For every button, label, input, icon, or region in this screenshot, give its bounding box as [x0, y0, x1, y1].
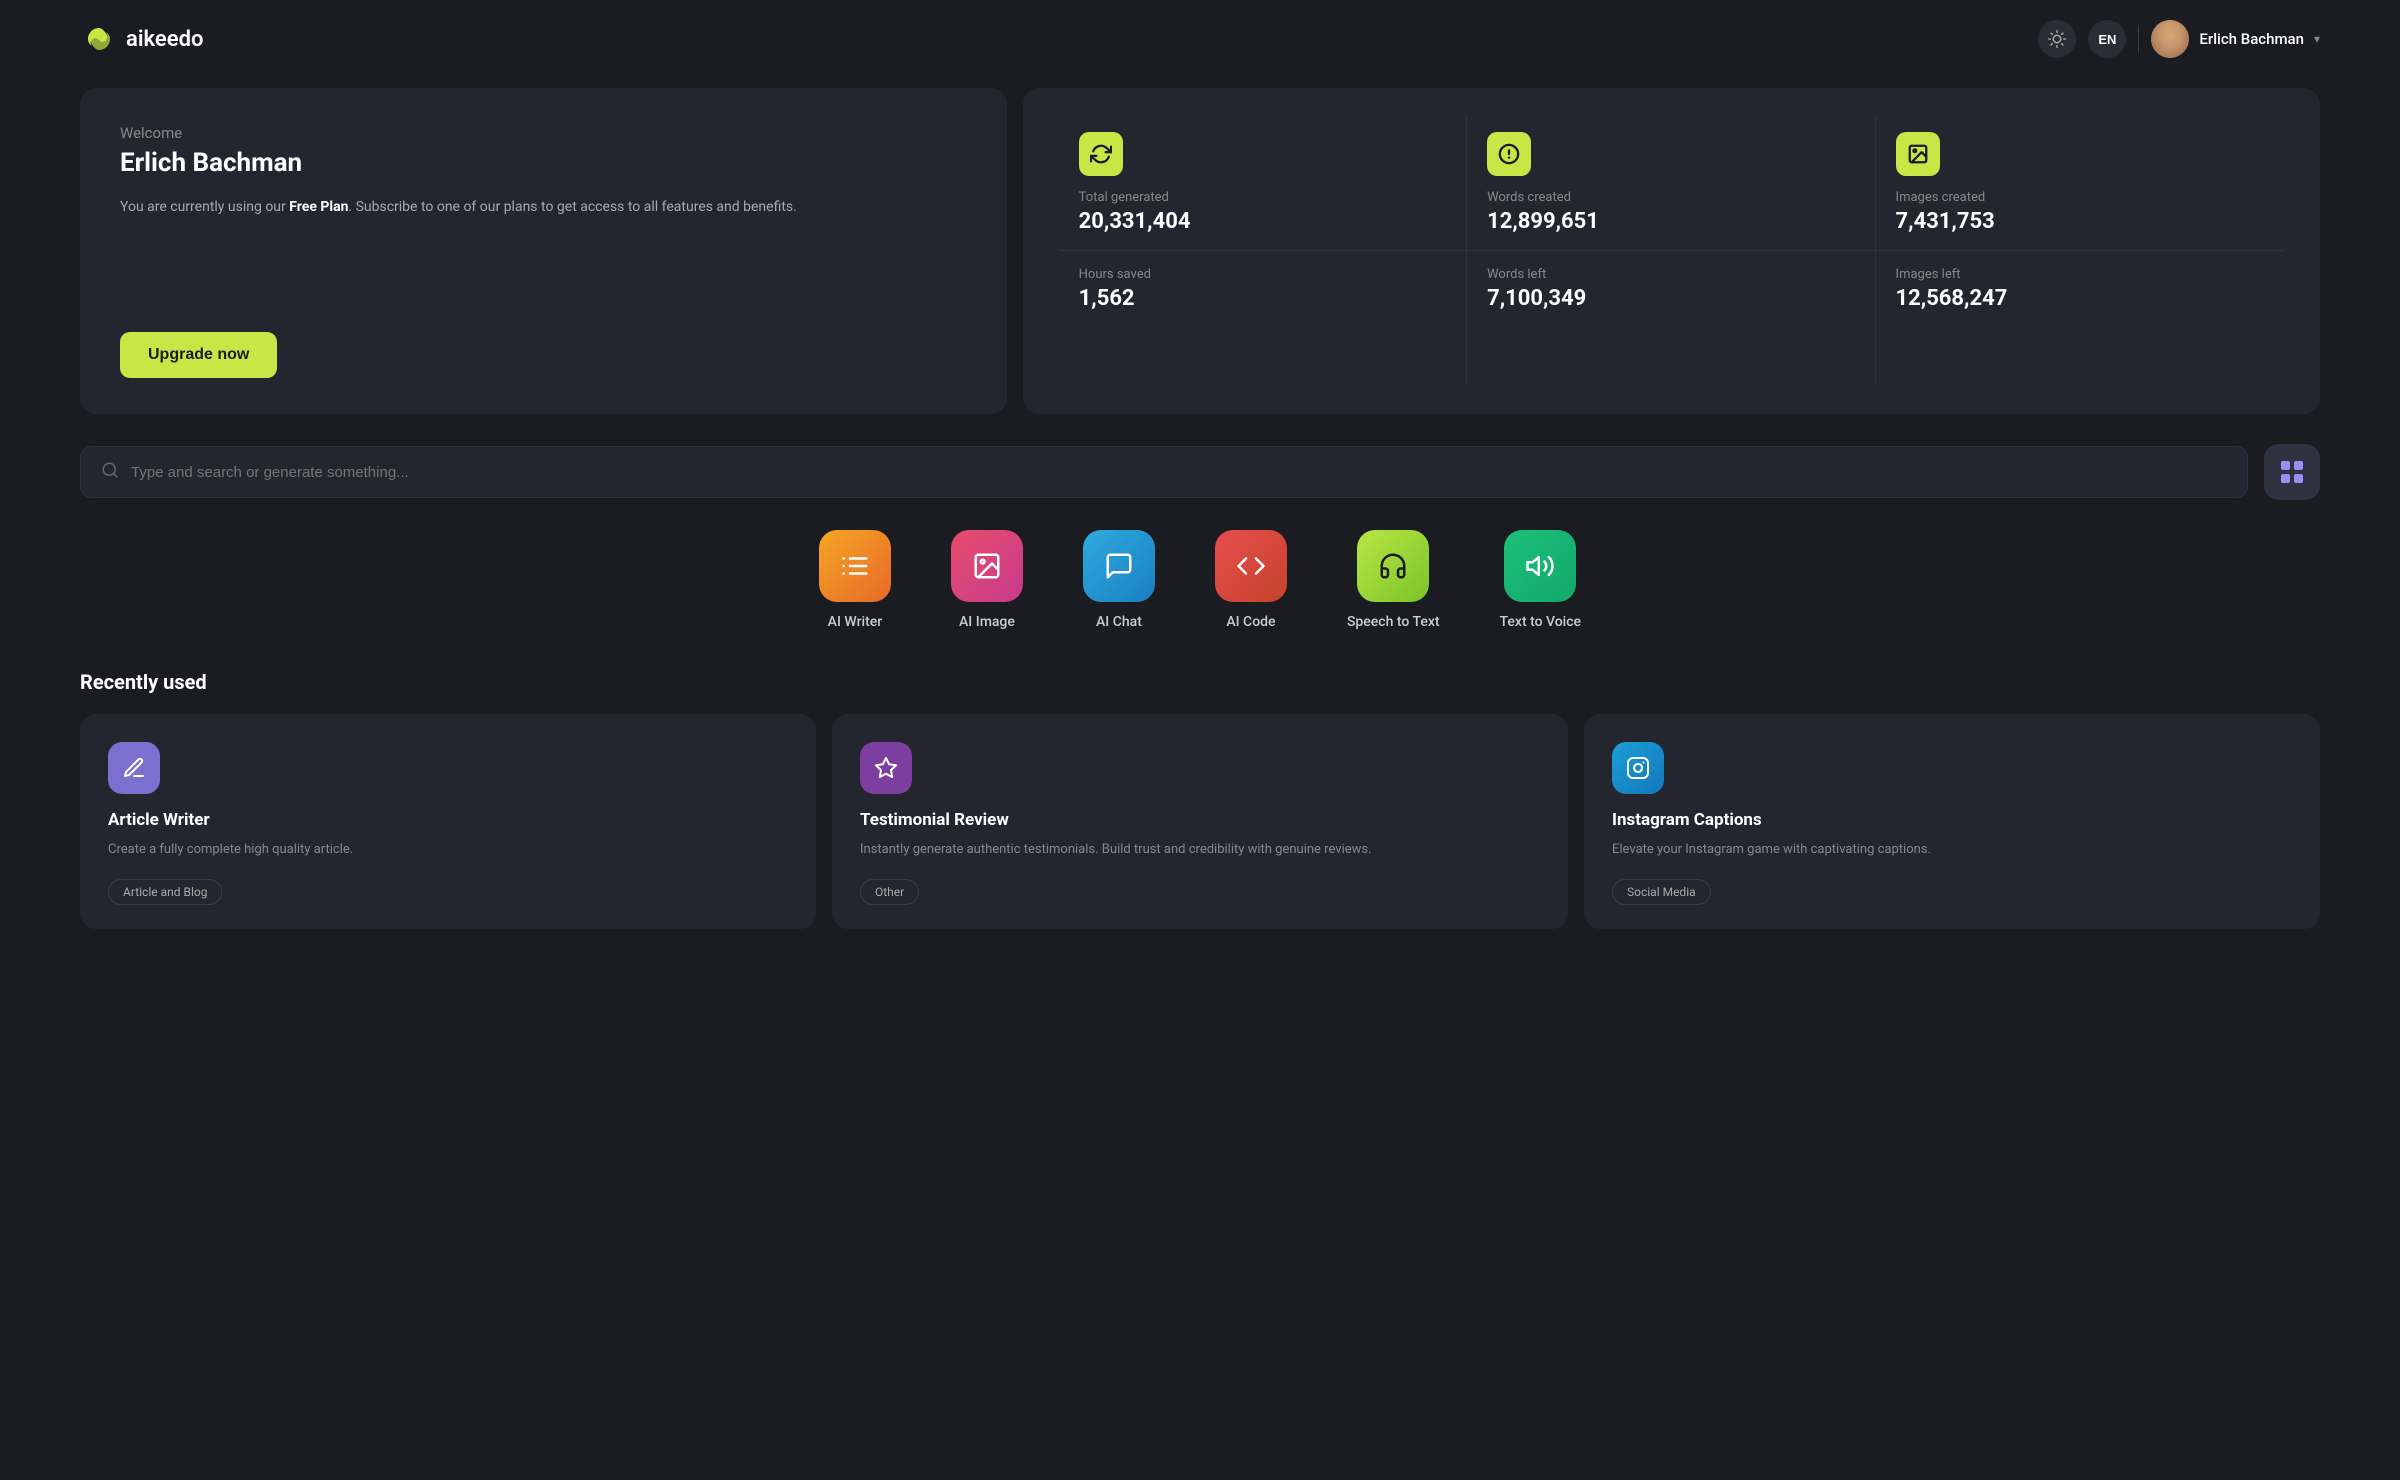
article-writer-icon [108, 742, 160, 794]
tool-voice[interactable]: Text to Voice [1500, 530, 1582, 630]
voice-label: Text to Voice [1500, 614, 1582, 630]
header-right: EN Erlich Bachman ▾ [2038, 20, 2320, 58]
logo-icon [80, 20, 118, 58]
welcome-name: Erlich Bachman [120, 148, 967, 178]
tool-image[interactable]: AI Image [951, 530, 1023, 630]
theme-toggle-button[interactable] [2038, 20, 2076, 58]
grid-icon [2278, 458, 2306, 486]
welcome-desc: You are currently using our Free Plan. S… [120, 196, 967, 218]
grid-view-button[interactable] [2264, 444, 2320, 500]
article-writer-title: Article Writer [108, 810, 788, 830]
instagram-icon [1612, 742, 1664, 794]
article-writer-desc: Create a fully complete high quality art… [108, 840, 788, 861]
images-created-icon [1896, 132, 1940, 176]
instagram-desc: Elevate your Instagram game with captiva… [1612, 840, 2292, 861]
welcome-desc-after: . Subscribe to one of our plans to get a… [348, 199, 796, 215]
welcome-card: Welcome Erlich Bachman You are currently… [80, 88, 1007, 414]
search-section [80, 444, 2320, 500]
tool-writer[interactable]: AI Writer [819, 530, 891, 630]
user-profile[interactable]: Erlich Bachman ▾ [2151, 20, 2320, 58]
logo[interactable]: aikeedo [80, 20, 203, 58]
chat-label: AI Chat [1096, 614, 1142, 630]
avatar [2151, 20, 2189, 58]
header: aikeedo EN Erlich Bachman ▾ [0, 0, 2400, 78]
stats-card: Total generated 20,331,404 Words created… [1023, 88, 2320, 414]
voice-icon [1504, 530, 1576, 602]
tool-chat[interactable]: AI Chat [1083, 530, 1155, 630]
code-icon [1215, 530, 1287, 602]
feature-card-testimonial[interactable]: Testimonial Review Instantly generate au… [832, 714, 1568, 929]
stat-words-created: Words created 12,899,651 [1467, 116, 1875, 251]
stats-section: Welcome Erlich Bachman You are currently… [80, 88, 2320, 414]
welcome-desc-before: You are currently using our [120, 199, 289, 215]
testimonial-icon [860, 742, 912, 794]
welcome-label: Welcome [120, 124, 967, 142]
images-left-value: 12,568,247 [1896, 286, 2264, 311]
instagram-tag: Social Media [1612, 879, 1711, 905]
article-writer-tag: Article and Blog [108, 879, 222, 905]
code-label: AI Code [1226, 614, 1275, 630]
main-content: Welcome Erlich Bachman You are currently… [0, 78, 2400, 969]
image-label: AI Image [959, 614, 1015, 630]
testimonial-desc: Instantly generate authentic testimonial… [860, 840, 1540, 861]
stat-images-left: Images left 12,568,247 [1876, 251, 2284, 386]
images-created-label: Images created [1896, 190, 2264, 205]
writer-label: AI Writer [828, 614, 883, 630]
language-button[interactable]: EN [2088, 20, 2126, 58]
sun-icon [2048, 30, 2066, 48]
images-left-label: Images left [1896, 267, 2264, 282]
feature-card-instagram[interactable]: Instagram Captions Elevate your Instagra… [1584, 714, 2320, 929]
stat-total-generated: Total generated 20,331,404 [1059, 116, 1467, 251]
chevron-down-icon: ▾ [2314, 32, 2320, 46]
total-generated-label: Total generated [1079, 190, 1446, 205]
welcome-desc-bold: Free Plan [289, 199, 348, 215]
upgrade-button[interactable]: Upgrade now [120, 332, 277, 378]
words-left-label: Words left [1487, 267, 1854, 282]
words-created-icon [1487, 132, 1531, 176]
user-name: Erlich Bachman [2199, 30, 2304, 48]
total-generated-value: 20,331,404 [1079, 209, 1446, 234]
logo-text: aikeedo [126, 27, 203, 52]
stat-words-left: Words left 7,100,349 [1467, 251, 1875, 386]
speech-label: Speech to Text [1347, 614, 1440, 630]
hours-saved-value: 1,562 [1079, 286, 1446, 311]
image-icon [951, 530, 1023, 602]
instagram-title: Instagram Captions [1612, 810, 2292, 830]
tools-section: AI Writer AI Image AI Chat [80, 530, 2320, 630]
recently-used-title: Recently used [80, 670, 2320, 694]
search-icon [101, 461, 119, 483]
words-left-value: 7,100,349 [1487, 286, 1854, 311]
tool-code[interactable]: AI Code [1215, 530, 1287, 630]
chat-icon [1083, 530, 1155, 602]
writer-icon [819, 530, 891, 602]
testimonial-tag: Other [860, 879, 919, 905]
words-created-value: 12,899,651 [1487, 209, 1854, 234]
stat-images-created: Images created 7,431,753 [1876, 116, 2284, 251]
feature-card-article-writer[interactable]: Article Writer Create a fully complete h… [80, 714, 816, 929]
recently-used-section: Recently used Article Writer Create a fu… [80, 670, 2320, 929]
images-created-value: 7,431,753 [1896, 209, 2264, 234]
search-bar [80, 446, 2248, 498]
speech-icon [1357, 530, 1429, 602]
total-generated-icon [1079, 132, 1123, 176]
hours-saved-label: Hours saved [1079, 267, 1446, 282]
stat-hours-saved: Hours saved 1,562 [1059, 251, 1467, 386]
feature-cards-grid: Article Writer Create a fully complete h… [80, 714, 2320, 929]
tool-speech[interactable]: Speech to Text [1347, 530, 1440, 630]
header-divider [2138, 25, 2139, 53]
testimonial-title: Testimonial Review [860, 810, 1540, 830]
avatar-image [2151, 20, 2189, 58]
words-created-label: Words created [1487, 190, 1854, 205]
search-input[interactable] [131, 464, 2227, 481]
